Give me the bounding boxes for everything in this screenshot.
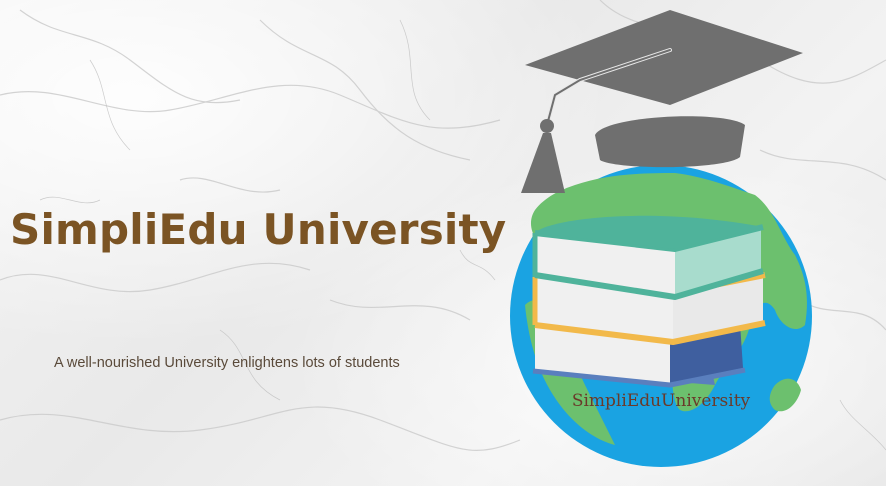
logo-caption: SimpliEduUniversity (572, 391, 751, 411)
book-stack-icon (532, 215, 766, 388)
university-logo: SimpliEduUniversity (510, 10, 812, 467)
university-title: SimpliEdu University (10, 205, 507, 254)
tagline-text: A well-nourished University enlightens l… (54, 355, 400, 371)
hero-banner: SimpliEdu University A well-nourished Un… (0, 0, 886, 486)
graduation-cap-icon (521, 10, 803, 193)
